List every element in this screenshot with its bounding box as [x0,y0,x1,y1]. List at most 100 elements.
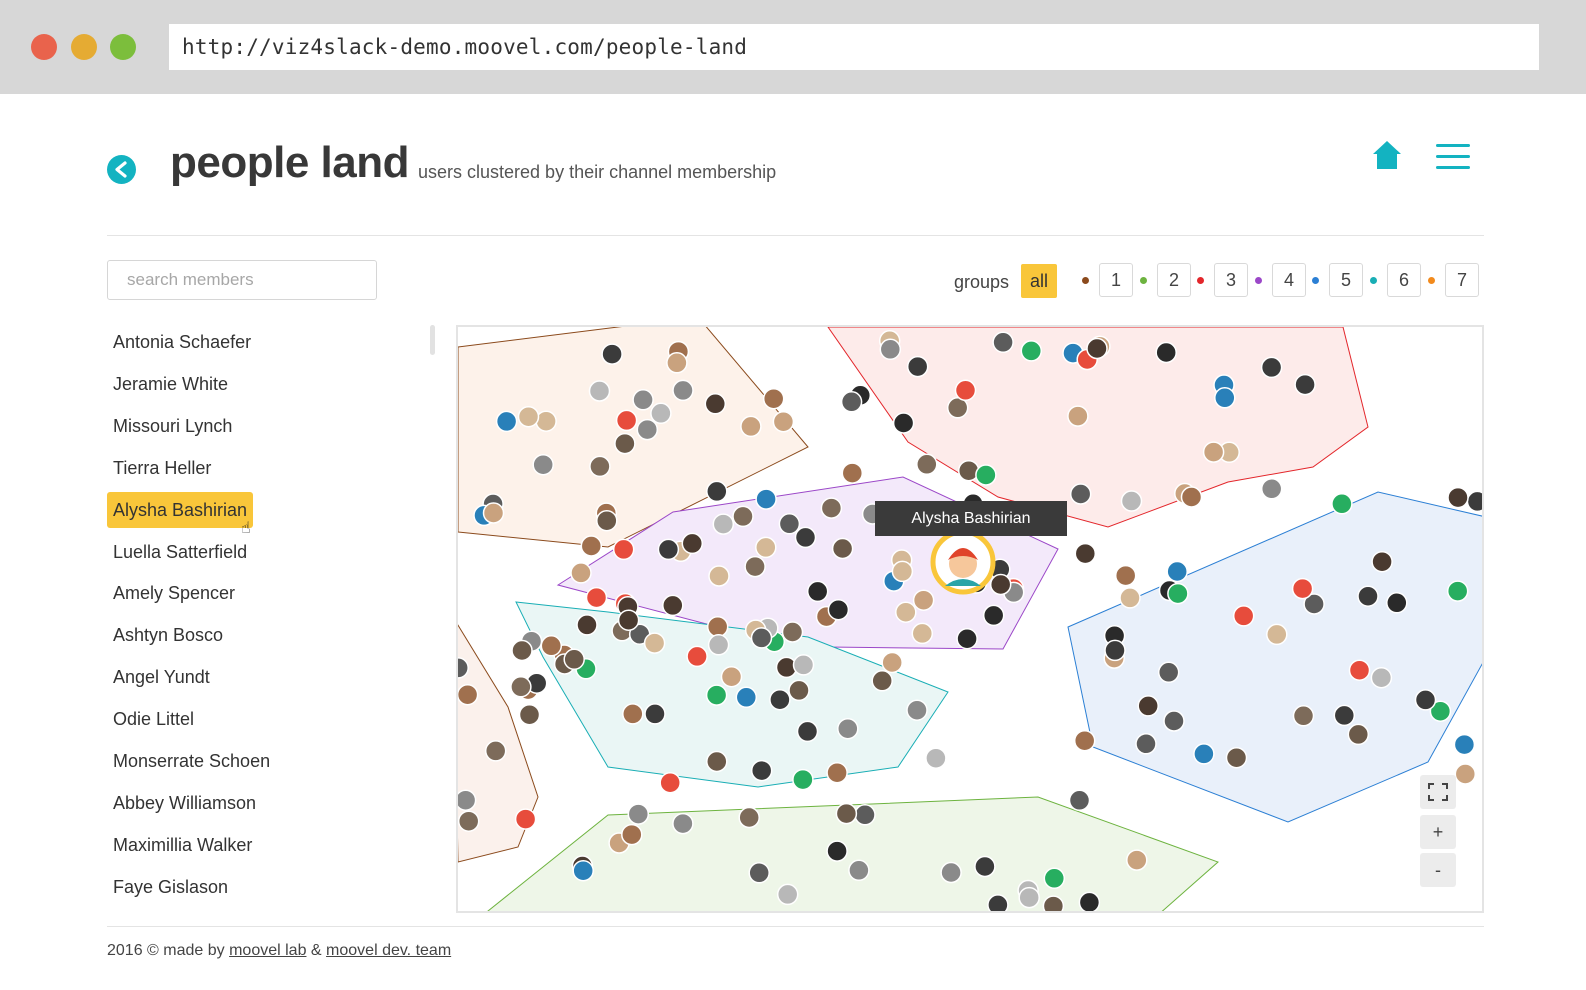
member-avatar[interactable] [1214,387,1236,409]
member-avatar[interactable] [1157,661,1180,684]
member-avatar[interactable] [1232,605,1255,627]
member-avatar[interactable] [1225,746,1248,769]
member-avatar[interactable] [632,389,654,411]
fullscreen-button[interactable] [1420,775,1456,809]
member-avatar[interactable] [992,331,1014,354]
member-avatar[interactable] [848,859,870,882]
member-avatar[interactable] [1180,486,1203,508]
member-avatar[interactable] [1166,560,1188,583]
member-avatar[interactable] [659,771,681,794]
zoom-out-button[interactable]: - [1420,853,1456,887]
member-avatar[interactable] [720,665,743,688]
member-avatar[interactable] [662,594,684,617]
member-avatar[interactable] [841,462,864,484]
member-avatar[interactable] [706,480,728,503]
member-avatar[interactable] [1074,542,1097,565]
member-avatar[interactable] [650,402,672,425]
member-avatar[interactable] [1126,849,1148,871]
member-list-item[interactable]: Missouri Lynch [107,408,238,444]
member-avatar[interactable] [831,537,854,560]
member-avatar[interactable] [1114,564,1137,587]
member-list-item[interactable]: Maximillia Walker [107,827,258,863]
member-avatar[interactable] [820,497,843,519]
member-avatar[interactable] [615,409,638,432]
member-avatar[interactable] [826,840,848,862]
member-avatar[interactable] [794,526,817,549]
member-avatar[interactable] [514,808,537,830]
moovel-lab-link[interactable]: moovel lab [229,942,306,959]
member-avatar[interactable] [881,651,903,674]
member-avatar[interactable] [732,505,754,528]
group-filter-3[interactable]: 3 [1214,263,1248,297]
member-avatar[interactable] [1371,550,1393,573]
member-list-item[interactable]: Odie Littel [107,701,200,737]
member-list-item[interactable]: Ashtyn Bosco [107,617,229,653]
member-avatar[interactable] [1193,743,1215,765]
member-avatar[interactable] [974,855,996,878]
member-avatar[interactable] [826,761,848,784]
member-avatar[interactable] [672,379,694,402]
member-avatar[interactable] [1120,490,1143,512]
member-avatar[interactable] [940,861,962,884]
member-avatar[interactable] [706,615,729,638]
member-avatar[interactable] [748,862,770,884]
member-avatar[interactable] [1018,886,1040,909]
member-avatar[interactable] [806,580,829,603]
member-avatar[interactable] [792,768,814,791]
member-avatar[interactable] [1069,483,1092,505]
member-avatar[interactable] [1347,723,1370,746]
address-bar[interactable]: http://viz4slack-demo.moovel.com/people-… [169,24,1539,70]
member-list-scrollbar[interactable] [430,325,435,355]
member-avatar[interactable] [614,432,636,455]
member-avatar[interactable] [906,355,929,378]
member-avatar[interactable] [596,509,618,532]
member-avatar[interactable] [1202,441,1225,463]
member-avatar[interactable] [1446,580,1469,602]
member-avatar[interactable] [706,750,728,773]
member-avatar[interactable] [769,688,791,711]
member-avatar[interactable] [840,391,863,413]
member-avatar[interactable] [458,683,479,706]
member-avatar[interactable] [458,789,477,811]
member-avatar[interactable] [796,720,819,743]
window-maximize-button[interactable] [110,34,136,60]
member-list-item[interactable]: Amely Spencer [107,575,241,611]
member-avatar[interactable] [987,894,1009,913]
member-avatar[interactable] [1292,705,1315,727]
member-avatar[interactable] [1331,493,1353,515]
member-avatar[interactable] [989,573,1012,596]
member-avatar[interactable] [708,565,730,587]
group-filter-1[interactable]: 1 [1099,263,1133,297]
member-avatar[interactable] [1453,733,1476,756]
member-avatar[interactable] [705,684,728,706]
member-avatar[interactable] [563,648,585,671]
member-avatar[interactable] [956,627,978,650]
member-avatar[interactable] [657,538,680,561]
member-avatar[interactable] [484,740,507,762]
member-avatar[interactable] [712,513,735,535]
member-avatar[interactable] [704,393,727,415]
moovel-dev-team-link[interactable]: moovel dev. team [326,942,451,959]
member-avatar[interactable] [1386,592,1408,614]
member-list-item[interactable]: Tierra Heller [107,450,217,486]
member-avatar[interactable] [643,632,666,654]
group-filter-6[interactable]: 6 [1387,263,1421,297]
member-avatar[interactable] [1068,789,1091,812]
member-avatar[interactable] [1260,478,1283,500]
member-avatar[interactable] [672,812,694,835]
member-avatar[interactable] [912,589,935,611]
member-avatar[interactable] [772,410,795,433]
member-avatar[interactable] [1414,689,1437,711]
search-input[interactable] [107,260,377,300]
member-avatar[interactable] [1078,891,1101,912]
member-avatar[interactable] [482,502,505,524]
member-avatar[interactable] [511,639,533,662]
member-list-item[interactable]: Antonia Schaefer [107,324,257,360]
member-avatar[interactable] [1155,341,1177,364]
member-avatar[interactable] [755,536,777,559]
member-avatar[interactable] [681,532,704,555]
member-avatar[interactable] [740,415,762,438]
member-avatar[interactable] [622,703,644,725]
member-avatar[interactable] [1266,623,1288,646]
member-avatar[interactable] [1447,486,1469,509]
